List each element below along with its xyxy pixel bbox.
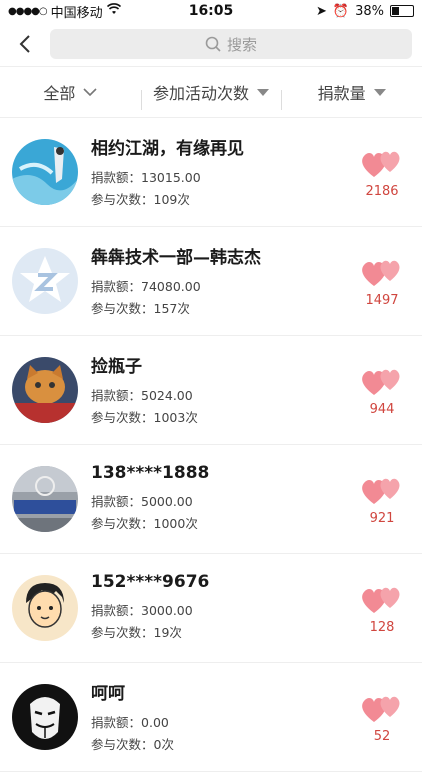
donation-line: 捐款额：74080.00: [91, 278, 201, 294]
donor-name: 相约江湖，有缘再见: [91, 138, 244, 159]
hearts-icon: [362, 587, 400, 613]
times-line: 参与次数：1003次: [91, 409, 198, 425]
hearts-icon: [362, 369, 400, 395]
nav-bar: 搜索: [0, 22, 422, 67]
search-icon: [205, 36, 221, 52]
alarm-icon: ⏰: [332, 3, 350, 19]
participation-count: 19: [153, 625, 170, 640]
filter-label: 捐款量: [317, 84, 366, 103]
list-item[interactable]: 犇犇技术一部—韩志杰 捐款额：74080.00 参与次数：157次 1497: [0, 227, 422, 336]
like-count: 2186: [365, 183, 399, 199]
battery-percent: 38%: [355, 3, 384, 19]
wifi-icon: [106, 3, 121, 19]
donation-amount: 74080.00: [141, 278, 201, 294]
times-line: 参与次数：1000次: [91, 516, 198, 531]
donation-line: 捐款额：13015.00: [91, 169, 201, 185]
like-widget[interactable]: 944: [354, 364, 410, 417]
participation-count: 1003: [153, 409, 186, 425]
list-item[interactable]: 152****9676 捐款额：3000.00 参与次数：19次 128: [0, 554, 422, 663]
avatar: [12, 357, 78, 423]
list-item[interactable]: 138****1888 捐款额：5000.00 参与次数：1000次 921: [0, 445, 422, 554]
list-item[interactable]: 捡瓶子 捐款额：5024.00 参与次数：1003次 944: [0, 336, 422, 445]
filter-activity-count[interactable]: 参加活动次数: [140, 80, 282, 110]
filter-label: 参加活动次数: [153, 84, 250, 103]
donor-info: 犇犇技术一部—韩志杰 捐款额：74080.00 参与次数：157次: [91, 243, 354, 320]
avatar: [12, 139, 78, 205]
participation-count: 1000: [153, 516, 186, 531]
like-widget[interactable]: 52: [354, 691, 410, 744]
hearts-icon: [362, 696, 400, 722]
donation-amount: 13015.00: [141, 169, 201, 185]
avatar: [12, 684, 78, 750]
carrier-group: ●●●●○ 中国移动: [8, 2, 121, 21]
donor-info: 相约江湖，有缘再见 捐款额：13015.00 参与次数：109次: [91, 134, 354, 211]
signal-icon: ●●●●○: [8, 5, 48, 17]
chevron-down-icon: [83, 88, 97, 96]
donor-info: 138****1888 捐款额：5000.00 参与次数：1000次: [91, 463, 354, 535]
donor-name: 138****1888: [91, 463, 210, 483]
back-button[interactable]: [10, 29, 40, 59]
avatar: [12, 575, 78, 641]
filter-donation-amount[interactable]: 捐款量: [281, 80, 422, 110]
donor-info: 捡瓶子 捐款额：5024.00 参与次数：1003次: [91, 352, 354, 429]
like-count: 921: [369, 510, 395, 526]
donation-amount: 3000.00: [141, 603, 193, 618]
like-widget[interactable]: 921: [354, 473, 410, 526]
times-line: 参与次数：19次: [91, 625, 182, 640]
like-count: 944: [369, 401, 395, 417]
list-item[interactable]: 呵呵 捐款额：0.00 参与次数：0次 52: [0, 663, 422, 772]
status-right: ➤ ⏰ 38%: [316, 4, 414, 19]
like-widget[interactable]: 128: [354, 582, 410, 635]
participation-count: 157: [153, 300, 178, 316]
times-line: 参与次数：0次: [91, 736, 174, 752]
chevron-left-icon: [19, 35, 30, 53]
location-icon: ➤: [316, 3, 327, 19]
times-line: 参与次数：157次: [91, 300, 190, 316]
donation-line: 捐款额：3000.00: [91, 603, 193, 618]
times-line: 参与次数：109次: [91, 191, 190, 207]
donation-line: 捐款额：5000.00: [91, 494, 193, 509]
hearts-icon: [362, 260, 400, 286]
caret-down-icon: [257, 88, 270, 96]
donor-name: 捡瓶子: [91, 356, 142, 377]
search-placeholder: 搜索: [226, 35, 257, 54]
donation-amount: 0.00: [141, 714, 169, 730]
participation-count: 109: [153, 191, 178, 207]
like-count: 52: [373, 728, 391, 744]
filter-all[interactable]: 全部: [0, 80, 141, 104]
donor-list: 相约江湖，有缘再见 捐款额：13015.00 参与次数：109次 2186 犇犇…: [0, 118, 422, 772]
like-count: 1497: [365, 292, 399, 308]
like-widget[interactable]: 1497: [354, 255, 410, 308]
filter-label: 全部: [43, 84, 76, 103]
caret-down-icon: [373, 88, 386, 96]
like-count: 128: [369, 619, 395, 635]
battery-icon: [390, 5, 414, 17]
donor-info: 呵呵 捐款额：0.00 参与次数：0次: [91, 679, 354, 756]
donor-info: 152****9676 捐款额：3000.00 参与次数：19次: [91, 572, 354, 644]
donation-amount: 5024.00: [141, 387, 193, 403]
search-input[interactable]: 搜索: [50, 29, 412, 59]
donor-name: 呵呵: [91, 683, 125, 704]
hearts-icon: [362, 478, 400, 504]
donor-name: 犇犇技术一部—韩志杰: [91, 247, 261, 268]
filter-bar: 全部 参加活动次数 捐款量: [0, 67, 422, 118]
like-widget[interactable]: 2186: [354, 146, 410, 199]
donation-line: 捐款额：5024.00: [91, 387, 193, 403]
donation-amount: 5000.00: [141, 494, 193, 509]
donation-line: 捐款额：0.00: [91, 714, 169, 730]
donor-name: 152****9676: [91, 572, 210, 592]
status-bar: ●●●●○ 中国移动 16:05 ➤ ⏰ 38%: [0, 0, 422, 22]
avatar: [12, 248, 78, 314]
list-item[interactable]: 相约江湖，有缘再见 捐款额：13015.00 参与次数：109次 2186: [0, 118, 422, 227]
avatar: [12, 466, 78, 532]
hearts-icon: [362, 151, 400, 177]
carrier-label: 中国移动: [50, 5, 103, 21]
